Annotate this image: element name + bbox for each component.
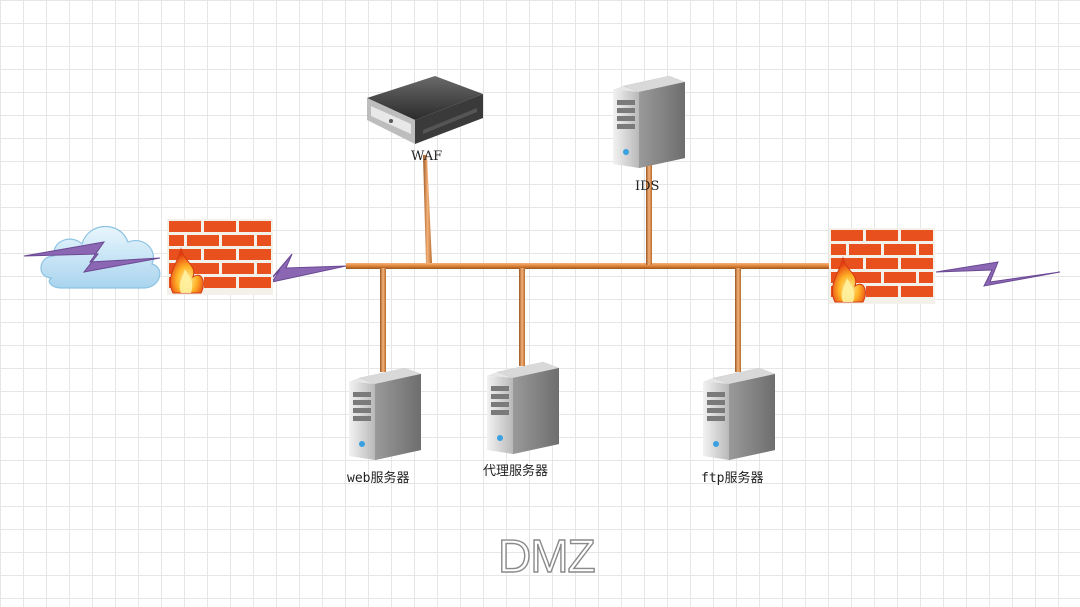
firewall-right xyxy=(828,227,936,305)
network-diagram: WAF IDS web服务器 代理服务器 ftp服务器 DMZ xyxy=(23,76,1061,583)
web-server-label: web服务器 xyxy=(347,470,409,486)
firewall-left xyxy=(166,218,274,296)
waf-link xyxy=(423,155,432,263)
server-icon xyxy=(487,362,559,454)
web-server-link xyxy=(380,268,386,372)
cloud-icon xyxy=(40,225,161,289)
lightning-icon xyxy=(935,261,1061,287)
ftp-server-label: ftp服务器 xyxy=(701,470,763,486)
server-icon xyxy=(613,76,685,168)
ftp-server-link xyxy=(735,268,741,372)
proxy-server-label: 代理服务器 xyxy=(483,463,548,479)
web-server-node xyxy=(349,368,421,460)
proxy-server-node xyxy=(487,362,559,454)
server-icon xyxy=(703,368,775,460)
network-links xyxy=(346,155,830,372)
backbone-link xyxy=(346,263,830,269)
diagram-title: DMZ xyxy=(498,530,595,582)
ids-label: IDS xyxy=(635,179,659,194)
waf-node: WAF xyxy=(367,76,483,164)
appliance-icon xyxy=(367,76,483,144)
lightning-icon xyxy=(269,253,347,283)
firewall-icon xyxy=(166,218,274,296)
waf-label: WAF xyxy=(411,149,442,164)
server-icon xyxy=(349,368,421,460)
ftp-server-node xyxy=(703,368,775,460)
proxy-server-link xyxy=(519,268,525,366)
firewall-icon xyxy=(828,227,936,305)
